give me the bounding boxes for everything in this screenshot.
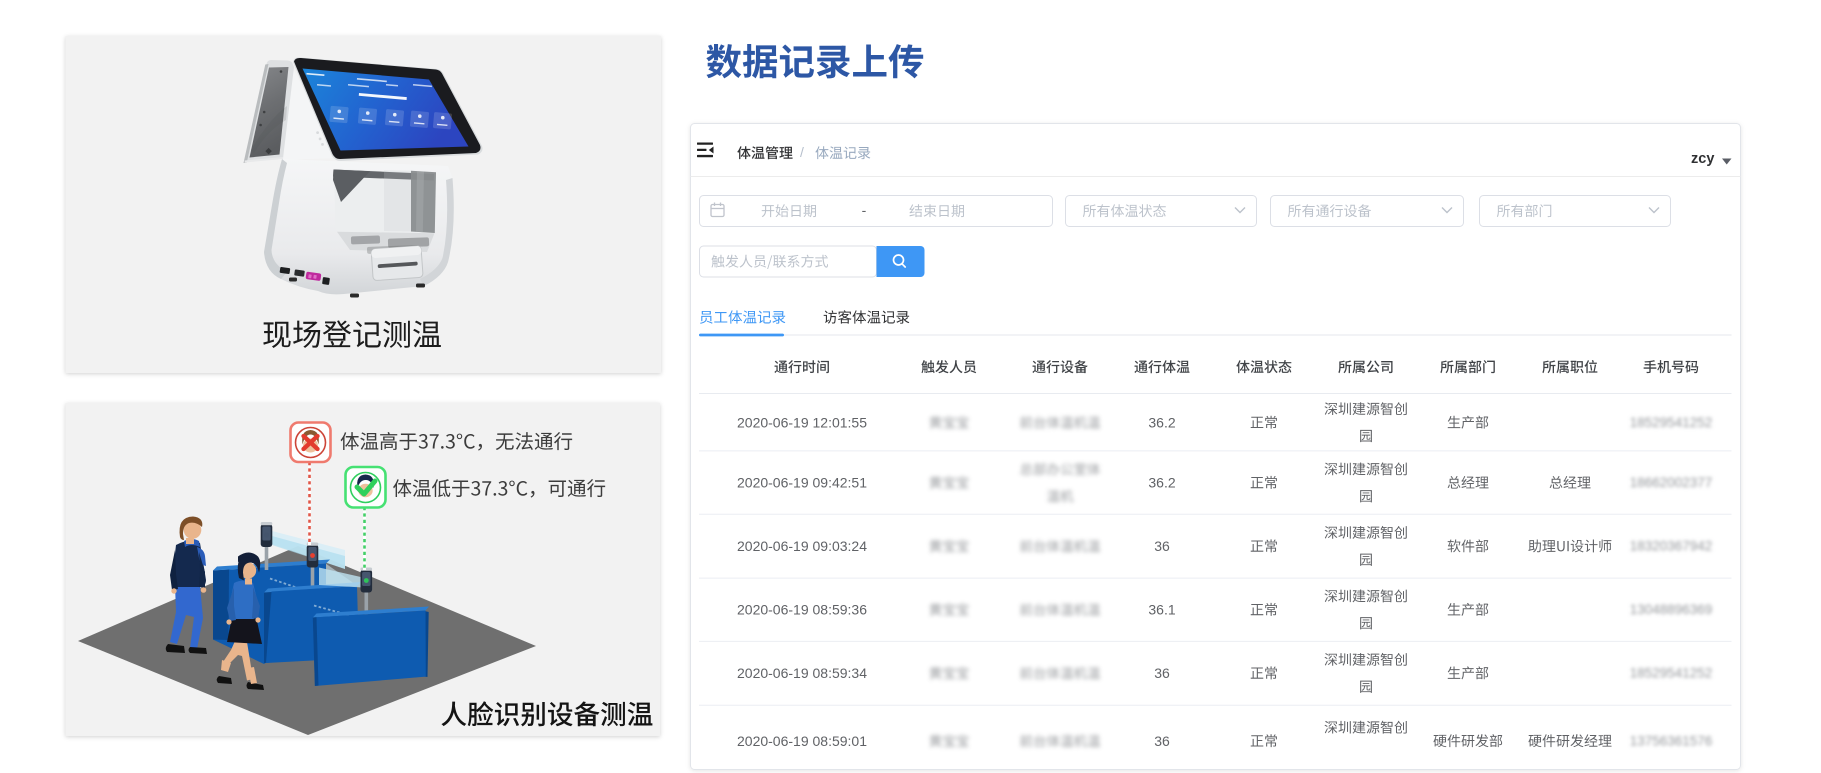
- svg-text:18529541252: 18529541252: [1630, 415, 1713, 430]
- svg-text:2020-06-19 08:59:01: 2020-06-19 08:59:01: [737, 733, 867, 749]
- svg-text:36: 36: [1154, 538, 1170, 554]
- svg-text:36.2: 36.2: [1148, 475, 1175, 491]
- svg-text:2020-06-19 12:01:55: 2020-06-19 12:01:55: [737, 415, 867, 431]
- svg-text:18529541252: 18529541252: [1630, 666, 1713, 681]
- svg-text:36.1: 36.1: [1148, 602, 1175, 618]
- svg-text:2020-06-19 09:42:51: 2020-06-19 09:42:51: [737, 475, 867, 491]
- svg-text:2020-06-19 08:59:36: 2020-06-19 08:59:36: [737, 602, 867, 618]
- svg-text:36: 36: [1154, 733, 1170, 749]
- svg-text:zcy: zcy: [1691, 151, 1714, 167]
- svg-text:36.2: 36.2: [1148, 415, 1175, 431]
- svg-text:18320367942: 18320367942: [1630, 539, 1713, 554]
- svg-text:13048896369: 13048896369: [1630, 602, 1713, 617]
- svg-text:-: -: [862, 202, 867, 218]
- svg-text:13756361576: 13756361576: [1630, 734, 1713, 749]
- svg-text:/: /: [800, 144, 804, 160]
- svg-text:2020-06-19 09:03:24: 2020-06-19 09:03:24: [737, 538, 867, 554]
- svg-text:2020-06-19 08:59:34: 2020-06-19 08:59:34: [737, 665, 867, 681]
- svg-text:36: 36: [1154, 665, 1170, 681]
- svg-text:18662002377: 18662002377: [1630, 475, 1713, 490]
